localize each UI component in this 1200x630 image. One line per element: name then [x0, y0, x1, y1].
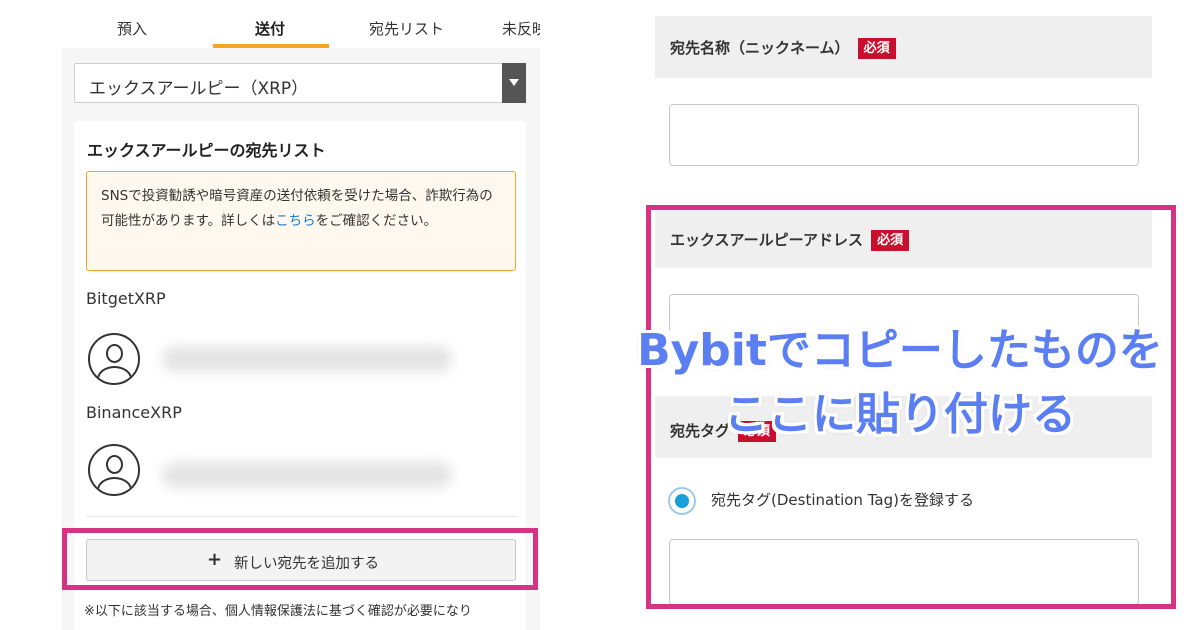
highlight-frame-add-button [62, 528, 538, 590]
notice-text-end: をご確認ください。 [315, 213, 438, 229]
user-avatar-icon [88, 333, 140, 385]
address-entry-name[interactable]: BinanceXRP [86, 403, 182, 422]
divider [86, 516, 516, 517]
address-list-title: エックスアールピーの宛先リスト [87, 141, 326, 160]
blurred-address [162, 346, 452, 372]
user-avatar-icon [88, 444, 140, 496]
name-field-label: 宛先名称（ニックネーム） 必須 [670, 37, 896, 59]
notice-link[interactable]: こちら [275, 213, 316, 229]
currency-select[interactable]: エックスアールピー（XRP） [74, 63, 526, 103]
currency-select-value: エックスアールピー（XRP） [89, 79, 309, 99]
tab-send[interactable]: 送付 [255, 18, 285, 39]
chevron-down-icon [502, 63, 526, 103]
fraud-warning-notice: SNSで投資勧誘や暗号資産の送付依頼を受けた場合、詐欺行為の可能性があります。詳… [86, 171, 516, 271]
active-tab-indicator [213, 44, 329, 48]
annotation-line-2: ここに貼り付ける [724, 389, 1076, 440]
address-entry-name[interactable]: BitgetXRP [86, 289, 166, 308]
footnote-text: ※以下に該当する場合、個人情報保護法に基づく確認が必要になり [84, 604, 472, 619]
required-badge: 必須 [857, 38, 896, 59]
tab-pending[interactable]: 未反映 [502, 18, 540, 39]
tab-address-list[interactable]: 宛先リスト [369, 18, 444, 39]
nickname-input[interactable] [669, 104, 1139, 166]
name-section-header: 宛先名称（ニックネーム） 必須 [655, 16, 1152, 78]
annotation-line-1: Bybitでコピーしたものを [637, 325, 1163, 376]
blurred-address [162, 462, 452, 488]
tab-deposit[interactable]: 預入 [117, 18, 147, 39]
tab-bar: 預入 送付 宛先リスト 未反映 [62, 0, 540, 48]
